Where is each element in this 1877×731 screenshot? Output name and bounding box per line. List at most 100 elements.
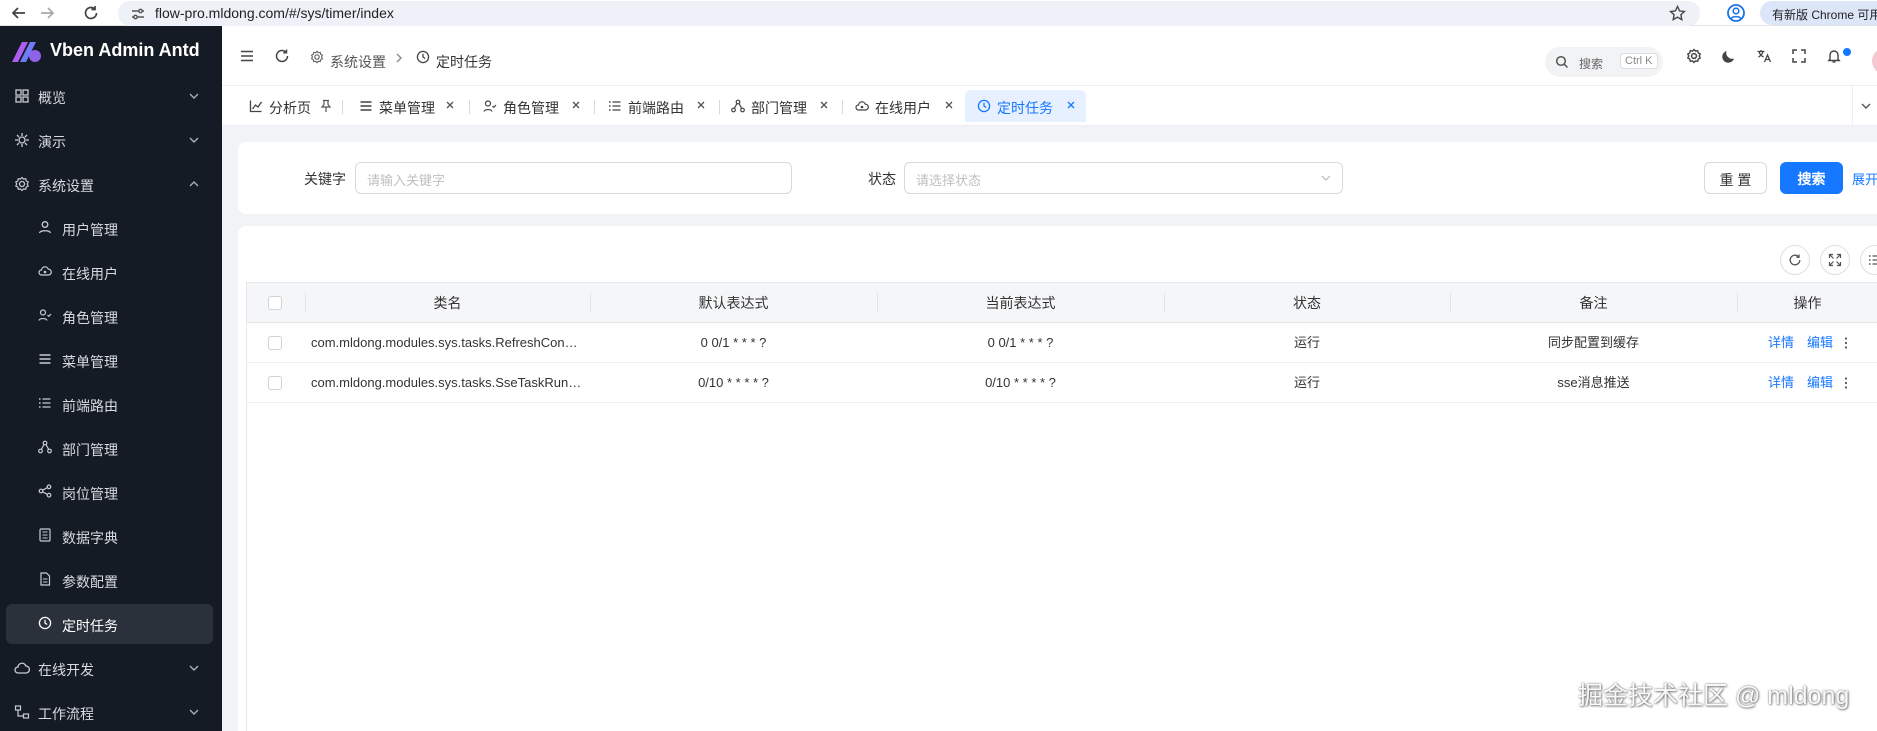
sidebar-item-label: 在线开发 <box>38 662 94 678</box>
cell-remark: 同步配置到缓存 <box>1547 335 1639 350</box>
address-bar[interactable]: flow-pro.mldong.com/#/sys/timer/index <box>118 1 1700 26</box>
column-settings-button[interactable] <box>1860 245 1877 275</box>
column-header-status[interactable]: 状态 <box>1164 283 1450 323</box>
url-text[interactable]: flow-pro.mldong.com/#/sys/timer/index <box>155 5 394 21</box>
tab-separator <box>469 100 470 114</box>
sidebar-item-label: 工作流程 <box>38 706 94 722</box>
app-title: Vben Admin Antd <box>50 40 200 60</box>
sidebar-item-frontend-routes[interactable]: 前端路由 <box>0 382 222 426</box>
clock-icon <box>977 99 991 113</box>
close-icon[interactable] <box>696 100 706 110</box>
row-checkbox[interactable] <box>268 336 282 350</box>
sidebar-item-label: 系统设置 <box>38 178 94 194</box>
table-row[interactable]: com.mldong.modules.sys.tasks.SseTaskRunn… <box>247 363 1877 403</box>
sidebar-item-online-dev[interactable]: 在线开发 <box>0 646 222 690</box>
column-header-default-expr[interactable]: 默认表达式 <box>590 283 877 323</box>
cloud-user-icon <box>855 99 869 113</box>
top-header: 系统设置 定时任务 搜索 Ctrl K <box>222 26 1877 86</box>
site-settings-icon[interactable] <box>130 6 146 22</box>
tab-analytics[interactable]: 分析页 <box>249 90 332 122</box>
column-header-current-expr[interactable]: 当前表达式 <box>877 283 1164 323</box>
close-icon[interactable] <box>819 100 829 110</box>
tab-label: 部门管理 <box>751 100 807 116</box>
sidebar-item-online-users[interactable]: 在线用户 <box>0 250 222 294</box>
tab-separator <box>342 100 343 114</box>
column-header-class-name[interactable]: 类名 <box>305 283 590 323</box>
cell-remark: sse消息推送 <box>1557 375 1630 390</box>
breadcrumb-system-settings[interactable]: 系统设置 <box>330 52 386 72</box>
org-icon <box>731 99 745 113</box>
user-avatar[interactable] <box>1872 48 1877 74</box>
tab-role-management[interactable]: 角色管理 <box>483 90 583 122</box>
sidebar-toggle-icon[interactable] <box>239 48 255 64</box>
chrome-update-chip[interactable]: 有新版 Chrome 可用 <box>1760 1 1877 25</box>
org-icon <box>38 440 52 454</box>
tab-separator <box>719 100 720 114</box>
sidebar-item-data-dictionary[interactable]: 数据字典 <box>0 514 222 558</box>
close-icon[interactable] <box>1066 100 1076 110</box>
bookmark-star-icon[interactable] <box>1669 5 1686 22</box>
forward-arrow-icon[interactable] <box>38 4 56 22</box>
edit-link[interactable]: 编辑 <box>1807 323 1833 363</box>
sidebar-item-role-management[interactable]: 角色管理 <box>0 294 222 338</box>
flow-icon <box>14 704 30 720</box>
share-icon <box>38 484 52 498</box>
sidebar-item-demo[interactable]: 演示 <box>0 118 222 162</box>
sidebar-item-parameter-config[interactable]: 参数配置 <box>0 558 222 602</box>
reload-icon[interactable] <box>82 4 100 22</box>
table-row[interactable]: com.mldong.modules.sys.tasks.RefreshCons… <box>247 323 1877 363</box>
search-button[interactable]: 搜索 <box>1780 162 1843 194</box>
tab-separator <box>842 100 843 114</box>
expand-link[interactable]: 展开 <box>1852 169 1877 188</box>
select-all-checkbox[interactable] <box>268 296 282 310</box>
cell-class-name: com.mldong.modules.sys.tasks.RefreshCons… <box>311 335 590 350</box>
status-select[interactable]: 请选择状态 <box>904 162 1343 194</box>
back-arrow-icon[interactable] <box>10 4 28 22</box>
dark-mode-moon-icon[interactable] <box>1721 48 1737 64</box>
tab-department-management[interactable]: 部门管理 <box>731 90 831 122</box>
close-icon[interactable] <box>445 100 455 110</box>
keyword-input[interactable]: 请输入关键字 <box>355 162 792 194</box>
fullscreen-icon[interactable] <box>1791 48 1807 64</box>
table-refresh-button[interactable] <box>1780 245 1810 275</box>
sidebar-item-overview[interactable]: 概览 <box>0 74 222 118</box>
table-fullscreen-button[interactable] <box>1820 245 1850 275</box>
tab-label: 角色管理 <box>503 100 559 116</box>
tab-menu-management[interactable]: 菜单管理 <box>359 90 459 122</box>
watermark: 掘金技术社区 @ mldong <box>1578 682 1850 710</box>
tab-scheduled-tasks[interactable]: 定时任务 <box>965 90 1086 122</box>
notification-bell-icon[interactable] <box>1826 48 1842 64</box>
status-label: 状态 <box>868 171 896 187</box>
app-logo[interactable]: Vben Admin Antd <box>0 26 222 76</box>
edit-link[interactable]: 编辑 <box>1807 363 1833 403</box>
more-vertical-icon[interactable] <box>1843 336 1849 350</box>
sidebar-item-workflow[interactable]: 工作流程 <box>0 690 222 731</box>
close-icon[interactable] <box>944 100 954 110</box>
row-checkbox[interactable] <box>268 376 282 390</box>
close-icon[interactable] <box>571 100 581 110</box>
preferences-gear-icon[interactable] <box>1686 48 1702 64</box>
tabs-more-button[interactable] <box>1852 86 1877 126</box>
sidebar-item-label: 数据字典 <box>62 530 118 546</box>
column-header-remark[interactable]: 备注 <box>1450 283 1737 323</box>
sidebar-item-user-management[interactable]: 用户管理 <box>0 206 222 250</box>
global-search[interactable]: 搜索 Ctrl K <box>1545 47 1663 77</box>
breadcrumb-current: 定时任务 <box>436 54 492 70</box>
sidebar-item-label: 前端路由 <box>62 398 118 414</box>
profile-icon[interactable] <box>1726 3 1746 23</box>
translate-icon[interactable] <box>1756 48 1772 64</box>
sidebar-item-scheduled-tasks[interactable]: 定时任务 <box>0 602 222 646</box>
sidebar-item-menu-management[interactable]: 菜单管理 <box>0 338 222 382</box>
sidebar-item-department-management[interactable]: 部门管理 <box>0 426 222 470</box>
pin-icon[interactable] <box>320 99 332 113</box>
tab-frontend-routes[interactable]: 前端路由 <box>608 90 708 122</box>
detail-link[interactable]: 详情 <box>1768 323 1794 363</box>
detail-link[interactable]: 详情 <box>1768 363 1794 403</box>
sidebar-item-system-settings[interactable]: 系统设置 <box>0 162 222 206</box>
tab-label: 在线用户 <box>875 100 931 116</box>
sidebar-item-position-management[interactable]: 岗位管理 <box>0 470 222 514</box>
tab-online-users[interactable]: 在线用户 <box>855 90 955 122</box>
reset-button[interactable]: 重 置 <box>1704 162 1767 194</box>
more-vertical-icon[interactable] <box>1843 376 1849 390</box>
refresh-icon[interactable] <box>274 48 290 64</box>
